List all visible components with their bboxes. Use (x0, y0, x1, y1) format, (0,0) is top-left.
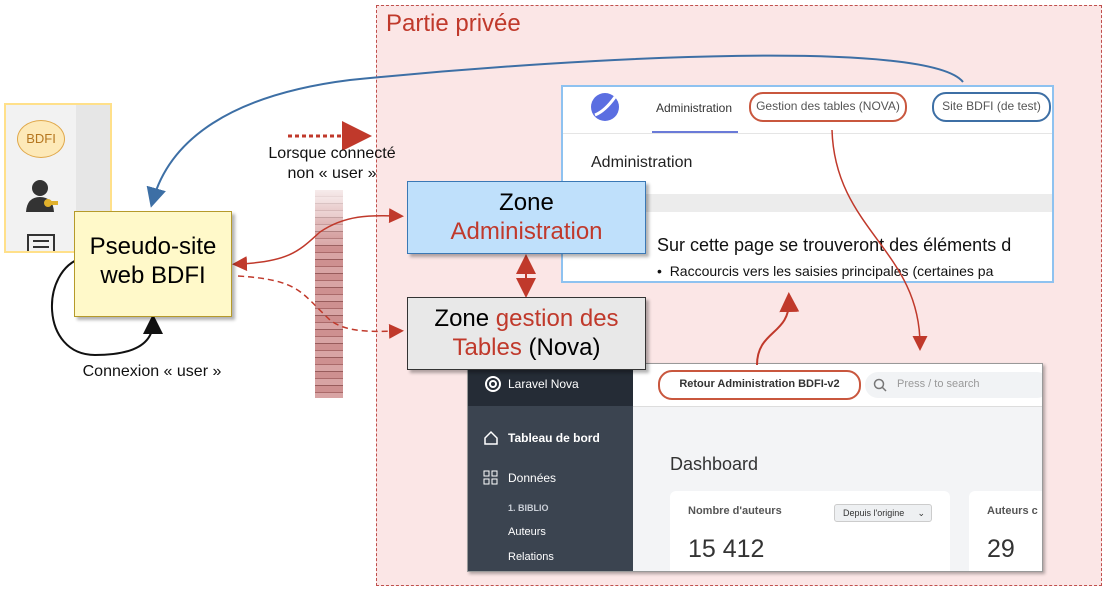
user-login-label: Connexion « user » (82, 363, 222, 380)
zone-admin-line1: Zone (499, 189, 554, 216)
zone-tables-line2: Tables (Nova) (408, 333, 645, 362)
tables-tab-to-nova-arrow (831, 129, 928, 351)
tables-access-arrow (237, 275, 404, 339)
zone-tables-node: Zone gestion des Tables (Nova) (407, 297, 646, 370)
zone-tables-word-gestion: gestion des (495, 305, 619, 332)
when-connected-line1: Lorsque connecté (268, 145, 396, 162)
zone-tables-word-zone: Zone (434, 305, 496, 332)
zone-administration-node: Zone Administration (407, 181, 646, 254)
pseudo-site-line2: web BDFI (100, 262, 206, 289)
zone-tables-word-nova: (Nova) (521, 334, 601, 361)
when-connected-line2: non « user » (287, 165, 377, 182)
admin-access-arrow (232, 208, 404, 272)
zone-tables-word-tables: Tables (452, 334, 522, 361)
pseudo-site-line1: Pseudo-site (89, 233, 217, 260)
zone-tables-line1: Zone gestion des (408, 304, 645, 333)
pseudo-site-node: Pseudo-site web BDFI (74, 211, 232, 317)
nova-back-to-admin-arrow (756, 292, 800, 366)
when-connected-label: Lorsque connecté non « user » (246, 144, 418, 184)
zone-admin-line2: Administration (450, 218, 603, 245)
